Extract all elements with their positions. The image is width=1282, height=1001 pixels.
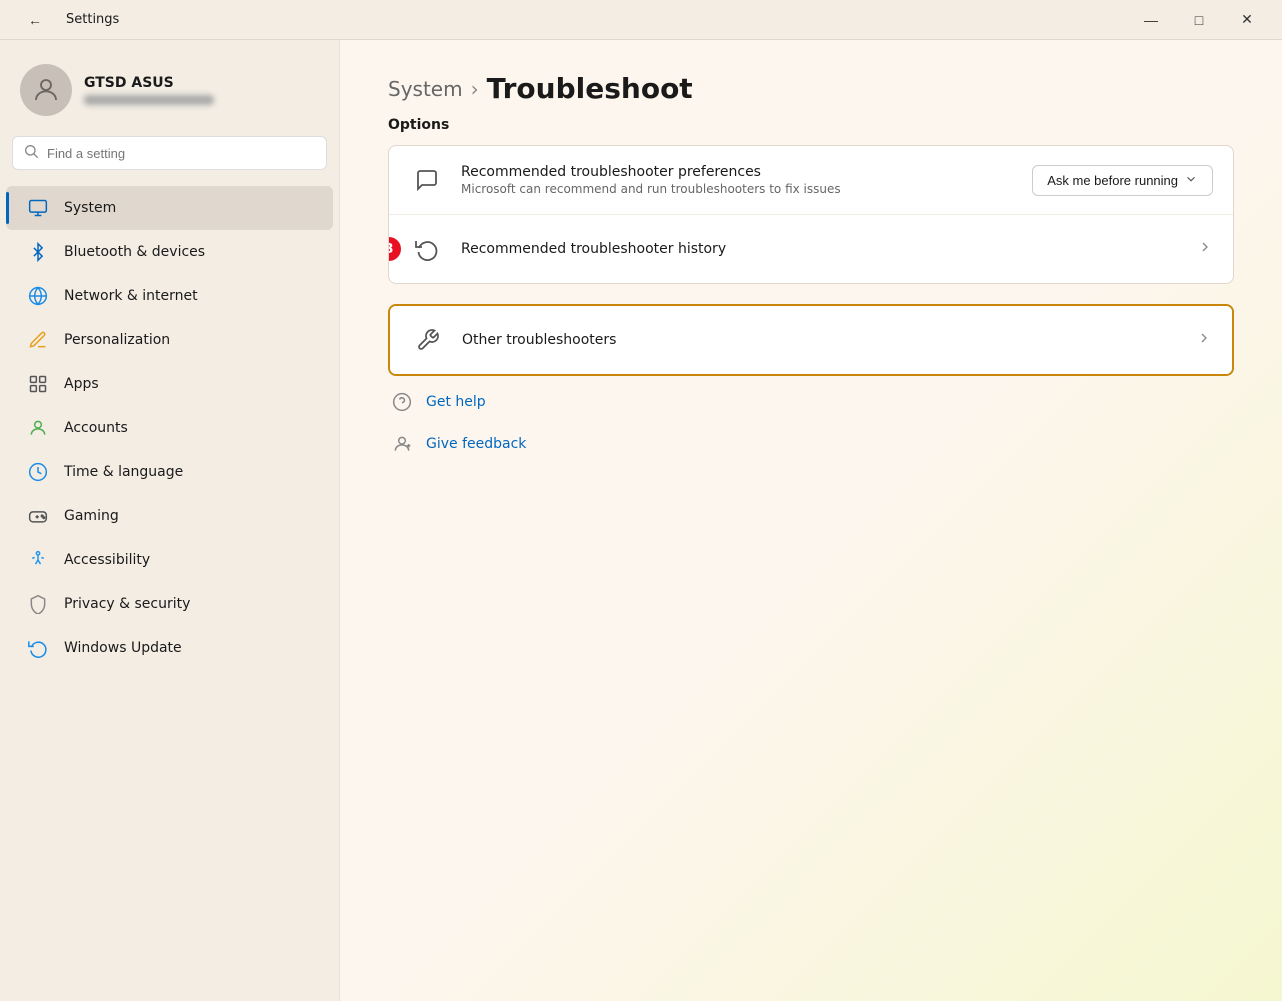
sidebar-item-apps[interactable]: Apps xyxy=(6,362,333,406)
get-help-icon xyxy=(388,388,416,416)
close-button[interactable]: ✕ xyxy=(1224,4,1270,36)
sidebar-item-gaming[interactable]: Gaming xyxy=(6,494,333,538)
get-help-link[interactable]: Get help xyxy=(388,384,1234,420)
sidebar-item-accessibility[interactable]: Accessibility xyxy=(6,538,333,582)
sidebar-item-bluetooth[interactable]: Bluetooth & devices xyxy=(6,230,333,274)
sidebar-item-label: Accounts xyxy=(64,420,128,436)
avatar xyxy=(20,64,72,116)
bluetooth-icon xyxy=(26,240,50,264)
winupdate-icon xyxy=(26,636,50,660)
sidebar-item-time[interactable]: Time & language xyxy=(6,450,333,494)
sidebar-item-label: Apps xyxy=(64,376,99,392)
user-info: GTSD ASUS xyxy=(84,75,214,105)
history-icon xyxy=(409,231,445,267)
sidebar-item-system[interactable]: System xyxy=(6,186,333,230)
sidebar-item-label: Network & internet xyxy=(64,288,198,304)
sidebar-item-privacy[interactable]: Privacy & security xyxy=(6,582,333,626)
preferences-sublabel: Microsoft can recommend and run troubles… xyxy=(461,182,1016,196)
card-list: Recommended troubleshooter preferences M… xyxy=(388,145,1234,284)
give-feedback-link[interactable]: Give feedback xyxy=(388,426,1234,462)
get-help-text: Get help xyxy=(426,394,486,410)
sidebar-item-winupdate[interactable]: Windows Update xyxy=(6,626,333,670)
troubleshoot-history-item[interactable]: 3 Recommended troubleshooter history xyxy=(389,215,1233,283)
preferences-action: Ask me before running xyxy=(1032,165,1213,196)
breadcrumb: System › Troubleshoot xyxy=(388,72,1234,105)
sidebar-item-label: Gaming xyxy=(64,508,119,524)
search-icon xyxy=(23,143,39,163)
user-name: GTSD ASUS xyxy=(84,75,214,91)
sidebar-item-label: Accessibility xyxy=(64,552,150,568)
gaming-icon xyxy=(26,504,50,528)
titlebar: ← Settings — □ ✕ xyxy=(0,0,1282,40)
apps-icon xyxy=(26,372,50,396)
back-button[interactable]: ← xyxy=(12,4,58,36)
sidebar: GTSD ASUS xyxy=(0,40,340,1001)
accessibility-icon xyxy=(26,548,50,572)
breadcrumb-separator: › xyxy=(471,77,479,101)
sidebar-item-accounts[interactable]: Accounts xyxy=(6,406,333,450)
troubleshoot-preferences-item[interactable]: Recommended troubleshooter preferences M… xyxy=(389,146,1233,215)
sidebar-item-personalization[interactable]: Personalization xyxy=(6,318,333,362)
sidebar-item-network[interactable]: Network & internet xyxy=(6,274,333,318)
network-icon xyxy=(26,284,50,308)
accounts-icon xyxy=(26,416,50,440)
maximize-button[interactable]: □ xyxy=(1176,4,1222,36)
sidebar-item-label: Personalization xyxy=(64,332,170,348)
user-section: GTSD ASUS xyxy=(0,56,339,136)
other-label: Other troubleshooters xyxy=(462,332,1180,348)
other-text: Other troubleshooters xyxy=(462,332,1180,348)
sidebar-item-label: Windows Update xyxy=(64,640,182,656)
main-content: System › Troubleshoot Options Recommende… xyxy=(340,40,1282,1001)
nav-items: System Bluetooth & devices xyxy=(0,186,339,985)
history-label: Recommended troubleshooter history xyxy=(461,241,1181,257)
preferences-dropdown[interactable]: Ask me before running xyxy=(1032,165,1213,196)
search-box[interactable] xyxy=(12,136,327,170)
search-input[interactable] xyxy=(47,146,316,161)
give-feedback-text: Give feedback xyxy=(426,436,526,452)
sidebar-item-label: Time & language xyxy=(64,464,183,480)
app-title: Settings xyxy=(66,12,119,27)
chevron-right-icon xyxy=(1197,239,1213,259)
sidebar-item-label: System xyxy=(64,200,116,216)
other-troubleshooters-item[interactable]: Other troubleshooters xyxy=(390,306,1232,374)
history-text: Recommended troubleshooter history xyxy=(461,241,1181,257)
window-controls: — □ ✕ xyxy=(1128,4,1270,36)
preferences-text: Recommended troubleshooter preferences M… xyxy=(461,164,1016,196)
give-feedback-icon xyxy=(388,430,416,458)
history-action xyxy=(1197,239,1213,259)
sidebar-item-label: Bluetooth & devices xyxy=(64,244,205,260)
minimize-button[interactable]: — xyxy=(1128,4,1174,36)
chevron-down-icon xyxy=(1184,172,1198,189)
other-troubleshooters-card: Other troubleshooters xyxy=(388,304,1234,376)
other-action xyxy=(1196,330,1212,350)
app-container: GTSD ASUS xyxy=(0,40,1282,1001)
privacy-icon xyxy=(26,592,50,616)
wrench-icon xyxy=(410,322,446,358)
breadcrumb-parent[interactable]: System xyxy=(388,77,463,101)
links-section: Get help Give feedback xyxy=(388,384,1234,462)
section-title: Options xyxy=(388,117,1234,133)
sidebar-item-label: Privacy & security xyxy=(64,596,190,612)
personalization-icon xyxy=(26,328,50,352)
chevron-right-icon-other xyxy=(1196,330,1212,350)
time-icon xyxy=(26,460,50,484)
preferences-label: Recommended troubleshooter preferences xyxy=(461,164,1016,180)
system-icon xyxy=(26,196,50,220)
breadcrumb-current: Troubleshoot xyxy=(487,72,693,105)
titlebar-left: ← Settings xyxy=(12,4,119,36)
chat-icon xyxy=(409,162,445,198)
step-badge: 3 xyxy=(388,237,401,261)
user-email xyxy=(84,95,214,105)
